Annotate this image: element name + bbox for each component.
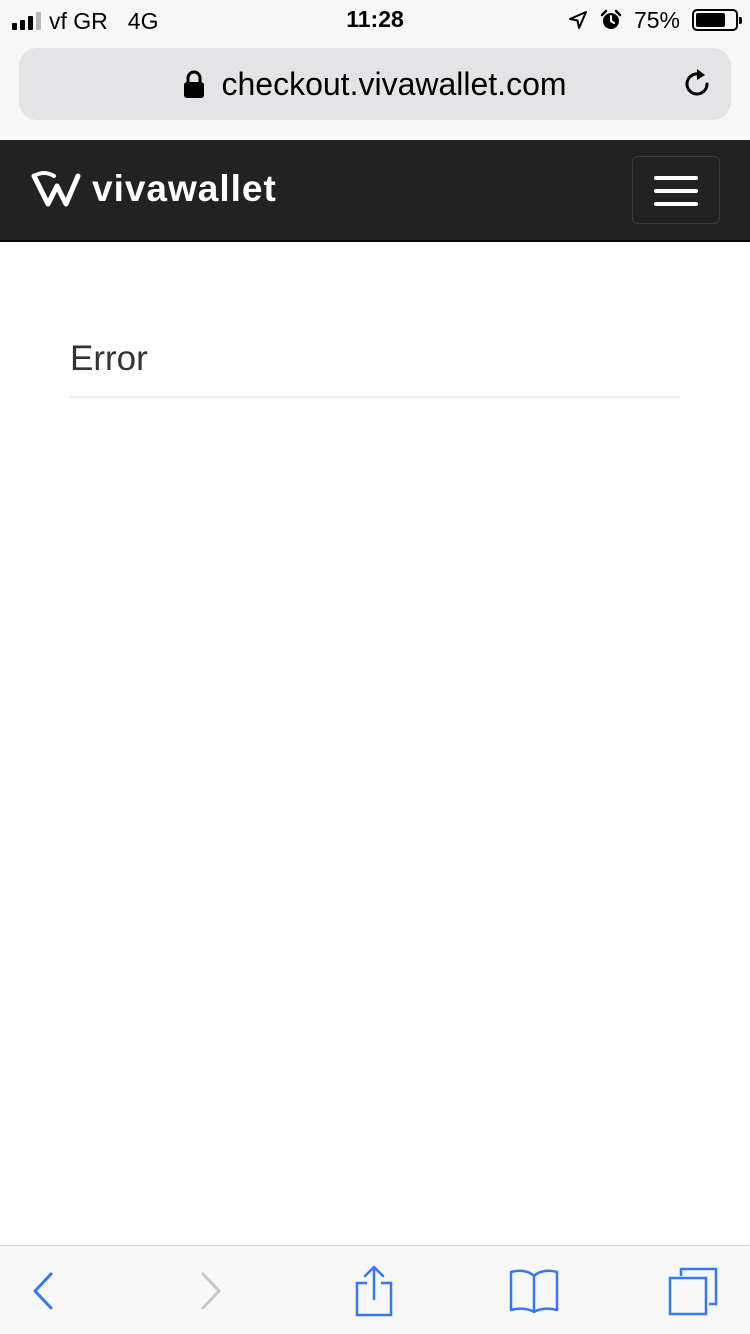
status-bar: vf GR 4G 11:28 75% — [0, 0, 750, 40]
browser-chrome: checkout.vivawallet.com — [0, 40, 750, 140]
reload-icon[interactable] — [679, 66, 715, 102]
battery-fill — [696, 13, 725, 27]
chevron-right-icon — [201, 1272, 221, 1309]
battery-percent: 75% — [633, 6, 680, 33]
address-bar[interactable]: checkout.vivawallet.com — [19, 48, 731, 120]
url-text[interactable]: checkout.vivawallet.com — [221, 66, 566, 103]
status-right: 75% — [568, 6, 742, 34]
forward-button[interactable] — [161, 1246, 261, 1334]
share-button[interactable] — [324, 1246, 424, 1334]
book-icon — [509, 1269, 559, 1313]
tabs-button[interactable] — [643, 1246, 743, 1334]
back-button[interactable] — [0, 1246, 93, 1334]
location-arrow-icon — [568, 11, 587, 29]
bookmarks-button[interactable] — [484, 1246, 584, 1334]
site-header: vivawallet — [0, 140, 750, 242]
lock-icon — [184, 70, 205, 98]
title-divider — [70, 396, 680, 398]
browser-toolbar — [0, 1245, 750, 1334]
hamburger-menu-button[interactable] — [632, 156, 720, 224]
tabs-icon — [668, 1267, 718, 1315]
page-title: Error — [70, 339, 148, 378]
brand-logo[interactable]: vivawallet — [30, 168, 277, 210]
chevron-left-icon — [33, 1272, 53, 1309]
vivawallet-logo-icon — [31, 171, 81, 207]
share-icon — [355, 1265, 393, 1316]
brand-name: vivawallet — [92, 168, 277, 209]
main-content: Error — [70, 336, 680, 398]
battery-icon — [692, 9, 742, 31]
alarm-icon — [600, 9, 622, 29]
